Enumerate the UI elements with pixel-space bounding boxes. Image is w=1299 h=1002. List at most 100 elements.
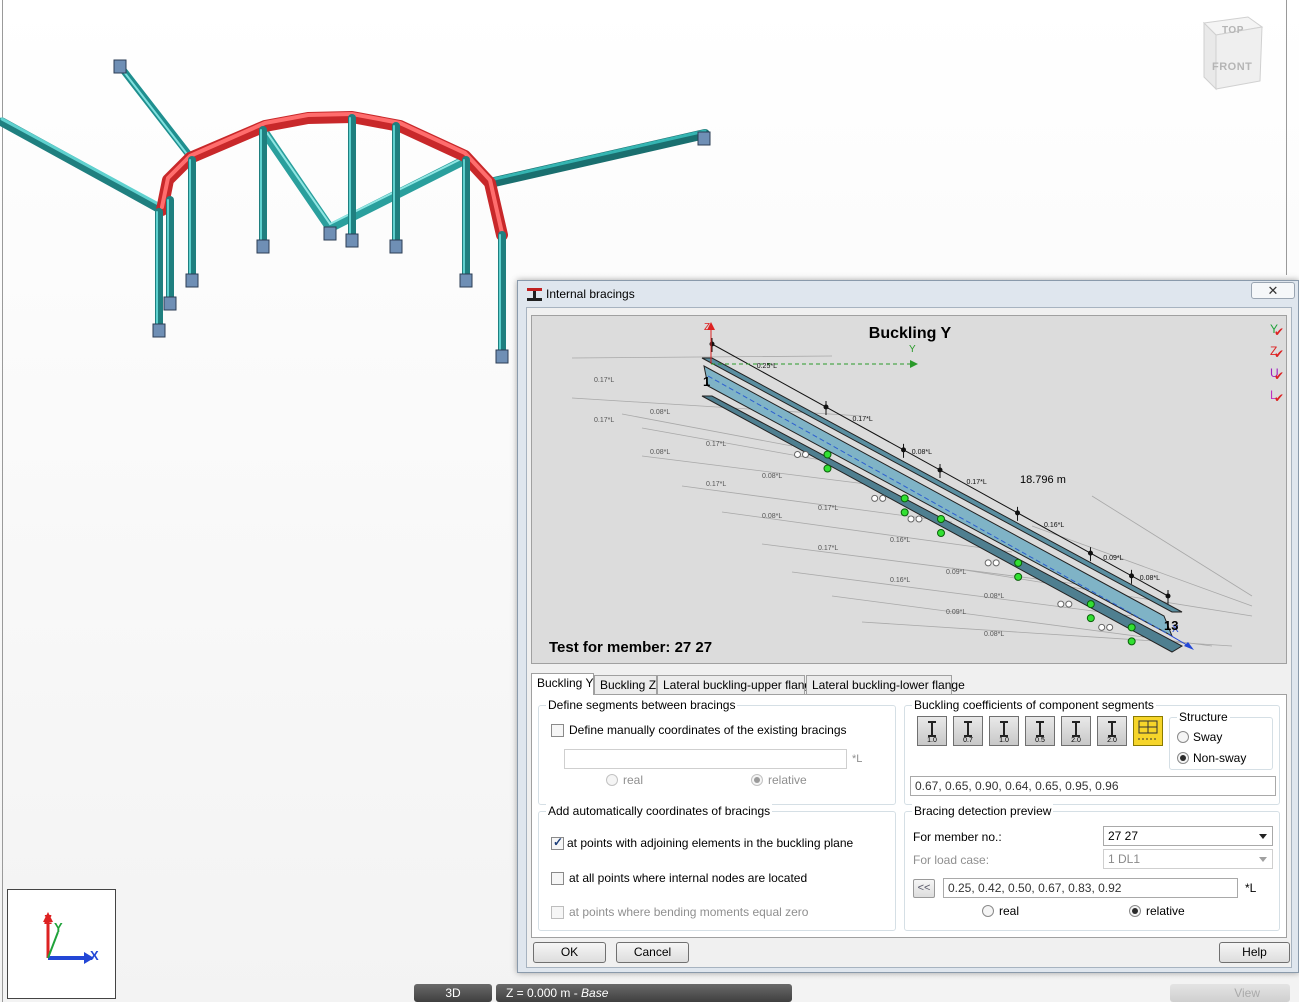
view-button[interactable]: View [1170, 984, 1290, 1002]
check-icon: ✔ [1274, 391, 1285, 405]
lower-dim-label: 0.17*L [818, 545, 838, 552]
column-sway-icon [1108, 721, 1116, 737]
highlighted-arch-face [160, 112, 504, 235]
detection-real-radio[interactable] [982, 905, 994, 917]
cancel-button[interactable]: Cancel [616, 942, 689, 963]
load-case-value: 1 DL1 [1108, 852, 1141, 866]
lower-dim-label: 0.08*L [762, 473, 782, 480]
highlighted-arch-member[interactable] [156, 111, 508, 241]
dialog-titlebar[interactable]: Internal bracings ✕ [518, 281, 1298, 307]
load-case-label: For load case: [913, 853, 990, 867]
column-fixed-pinned-icon [964, 721, 972, 737]
tab-lateral-lower[interactable]: Lateral buckling-lower flange [806, 675, 965, 694]
toggle-y[interactable]: Y ✔ [1270, 322, 1284, 344]
member-beam-right[interactable] [485, 129, 710, 188]
member-no-label: For member no.: [913, 830, 1002, 844]
beam-bottom-flange [701, 395, 1184, 653]
toggle-l[interactable]: L ✔ [1270, 388, 1284, 410]
member-beam[interactable] [0, 117, 167, 215]
grid-node [915, 515, 923, 523]
internal-nodes-checkbox[interactable] [551, 872, 564, 885]
structure-group-title: Structure [1177, 710, 1230, 724]
detection-relative-radio[interactable] [1129, 905, 1141, 917]
view-toggles[interactable]: Y ✔ Z ✔ U ✔ L ✔ [1270, 322, 1284, 410]
buckling-preview: 0.25*L 0.17*L 0.08*L 0.17*L 0.16*L 0.09*L 0.08… [531, 315, 1287, 664]
coef-button-3[interactable]: 1.0 [989, 716, 1019, 746]
view-cube-top[interactable]: TOP [1222, 25, 1244, 36]
coef-button-1[interactable]: 1.0 [917, 716, 947, 746]
axis-y-label: Y [54, 920, 63, 935]
lower-dim-label: 0.08*L [984, 593, 1004, 600]
coef-button-5[interactable]: 2.0 [1061, 716, 1091, 746]
axis-triad-icon [43, 912, 94, 964]
zero-moment-checkbox[interactable] [551, 906, 564, 919]
upper-dim-label: 0.09*L [1103, 555, 1123, 562]
segments-relative-label: relative [768, 773, 807, 787]
segments-real-label: real [623, 773, 644, 787]
segments-group: Define segments between bracings Define … [538, 698, 896, 805]
chevron-down-icon [1259, 857, 1267, 862]
ok-button[interactable]: OK [533, 942, 606, 963]
copy-back-button[interactable]: << [913, 879, 935, 898]
preview-axis-z: Z [704, 322, 711, 333]
close-button[interactable]: ✕ [1251, 282, 1295, 299]
detected-coordinates-input[interactable]: 0.25, 0.42, 0.50, 0.67, 0.83, 0.92 [943, 878, 1238, 898]
bracing-node [1127, 637, 1136, 646]
coef-button-4[interactable]: 0.5 [1025, 716, 1055, 746]
tab-buckling-z[interactable]: Buckling Z [594, 675, 657, 694]
coefficients-input[interactable]: 0.67, 0.65, 0.90, 0.64, 0.65, 0.95, 0.96 [910, 776, 1276, 796]
dimension-node [937, 467, 943, 473]
lower-dim-label: 0.08*L [762, 513, 782, 520]
detection-relative-label: relative [1146, 904, 1185, 918]
internal-bracings-dialog: Internal bracings ✕ 0.25*L 0.17*L 0.08*L… [517, 280, 1299, 973]
upper-dim-label: 0.08*L [1140, 575, 1160, 582]
manual-coordinates-checkbox[interactable] [551, 724, 564, 737]
coef-button-6[interactable]: 2.0 [1097, 716, 1127, 746]
member-no-value: 27 27 [1108, 829, 1139, 843]
toggle-z[interactable]: Z ✔ [1270, 344, 1284, 366]
segments-real-radio[interactable] [606, 774, 618, 786]
coef-button-2[interactable]: 0.7 [953, 716, 983, 746]
dimension-node [1165, 593, 1171, 599]
internal-nodes-label: at all points where internal nodes are l… [569, 871, 808, 885]
member-beam-right-face [488, 129, 707, 182]
axis-x-label: X [90, 948, 99, 963]
non-sway-radio[interactable] [1177, 752, 1189, 764]
load-case-select[interactable]: 1 DL1 [1103, 849, 1273, 869]
work-plane-name: Base [581, 986, 609, 1000]
coordinates-unit: *L [852, 753, 863, 765]
upper-dim-label: 0.25*L [757, 363, 777, 370]
bracing-node [1086, 614, 1095, 623]
grid-node [907, 515, 915, 523]
check-icon: ✔ [1274, 325, 1285, 339]
bracing-node [900, 508, 909, 517]
dimension-node [1087, 550, 1093, 556]
bracing-node [900, 494, 909, 503]
toggle-u[interactable]: U ✔ [1270, 366, 1284, 388]
coef-button-custom[interactable] [1133, 716, 1163, 746]
adjoining-elements-label: at points with adjoining elements in the… [567, 836, 854, 850]
tab-lateral-upper[interactable]: Lateral buckling-upper flange [657, 675, 818, 694]
lower-dim-label: 0.17*L [706, 441, 726, 448]
bracing-node [1014, 558, 1023, 567]
view-cube-front[interactable]: FRONT [1212, 61, 1252, 73]
detected-coordinates-unit: *L [1245, 881, 1257, 895]
beam-top-flange [701, 357, 1183, 613]
adjoining-elements-checkbox[interactable] [551, 835, 564, 850]
work-plane-selector[interactable]: Z = 0.000 m - Base [496, 984, 792, 1002]
member-beam-face [0, 117, 164, 208]
bracing-coordinates-input[interactable] [564, 749, 847, 769]
tab-buckling-y[interactable]: Buckling Y [531, 673, 594, 695]
segments-relative-radio[interactable] [751, 774, 763, 786]
preview-gridlines [571, 355, 1253, 647]
column-guided-icon [1000, 721, 1008, 737]
help-button[interactable]: Help [1219, 942, 1290, 963]
sway-radio[interactable] [1177, 731, 1189, 743]
lower-dim-label: 0.17*L [594, 377, 614, 384]
lower-dim-label: 0.08*L [650, 409, 670, 416]
member-no-select[interactable]: 27 27 [1103, 826, 1273, 846]
view-cube[interactable]: TOP FRONT [1196, 15, 1268, 95]
view-mode-button[interactable]: 3D [414, 984, 492, 1002]
preview-drawing: 0.25*L 0.17*L 0.08*L 0.17*L 0.16*L 0.09*L 0.08… [571, 322, 1253, 653]
auto-bracings-group: Add automatically coordinates of bracing… [538, 804, 896, 931]
